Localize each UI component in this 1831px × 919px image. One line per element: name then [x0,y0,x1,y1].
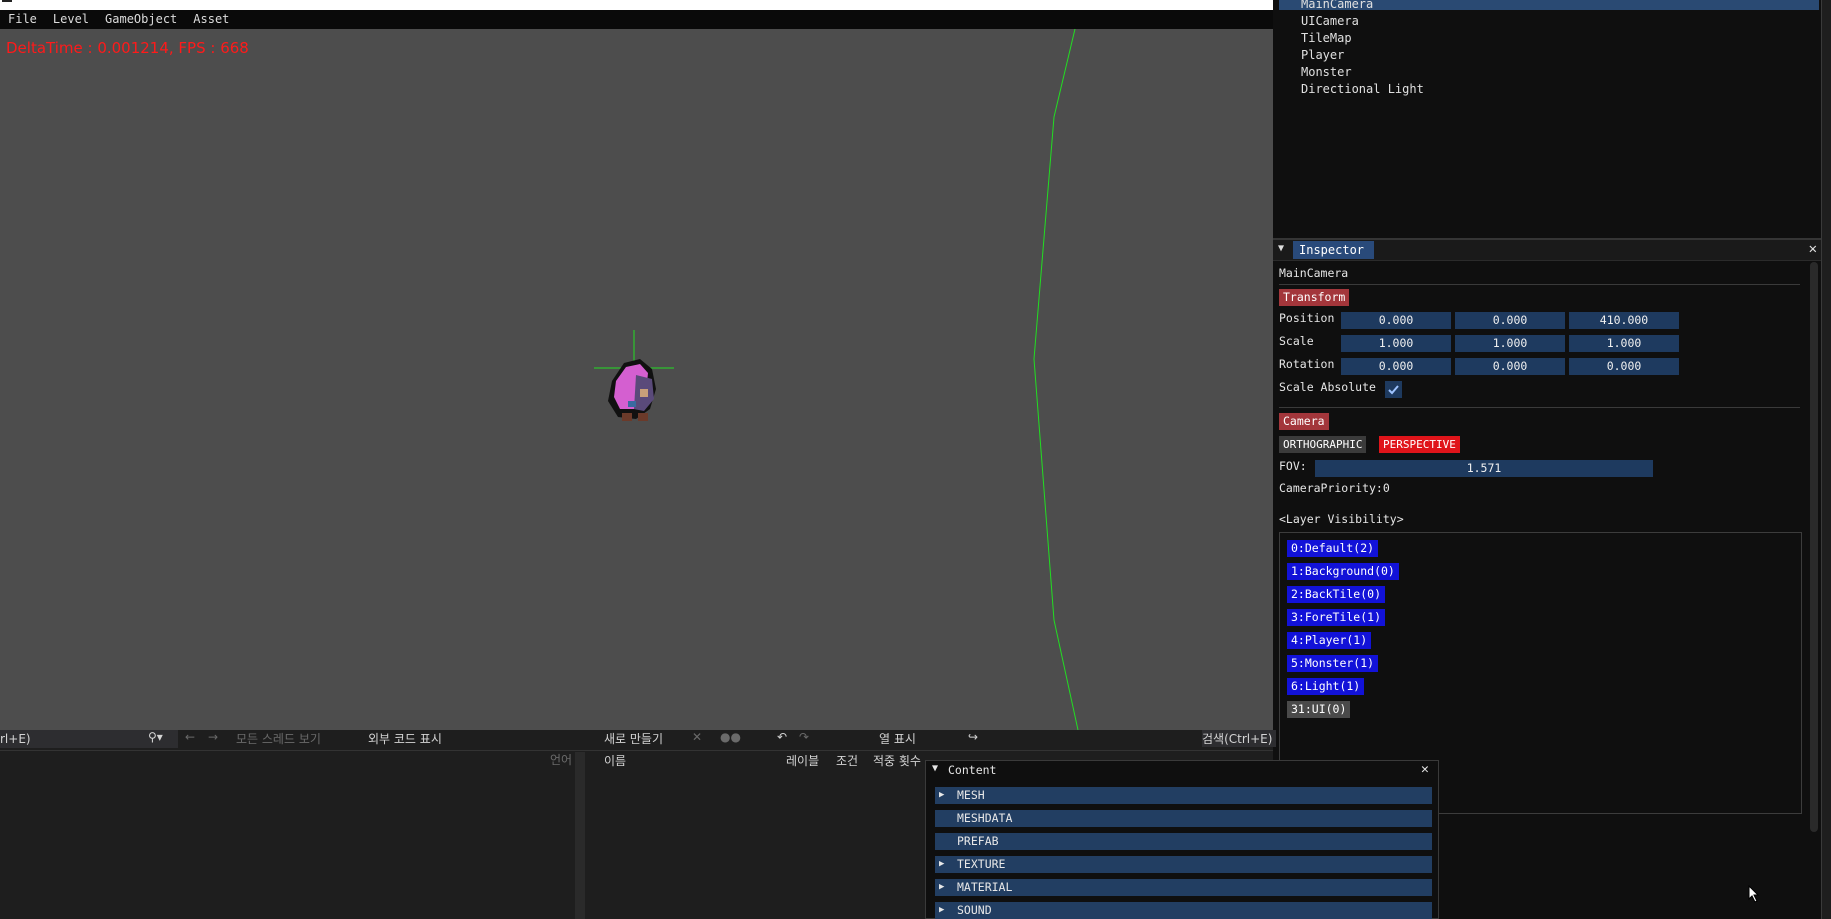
scale-y-field[interactable]: 1.000 [1455,335,1565,352]
undo-icon[interactable]: ↶ [777,730,787,744]
hierarchy-item-uicamera[interactable]: UICamera [1301,14,1359,28]
redo-icon[interactable]: ↷ [799,730,809,744]
column-name[interactable]: 이름 [604,752,626,769]
menu-level[interactable]: Level [45,10,97,29]
hierarchy-item-tilemap[interactable]: TileMap [1301,31,1352,45]
fps-readout: DeltaTime : 0.001214, FPS : 668 [6,39,249,57]
rotation-z-field[interactable]: 0.000 [1569,358,1679,375]
divider [0,750,596,751]
layer-toggle-foretile[interactable]: 3:ForeTile(1) [1287,609,1386,626]
scale-label: Scale [1279,334,1314,348]
divider [1279,284,1800,285]
fov-label: FOV: [1279,459,1307,473]
position-x-field[interactable]: 0.000 [1341,312,1451,329]
scene-viewport[interactable]: DeltaTime : 0.001214, FPS : 668 [0,29,1273,730]
layer-toggle-backtile[interactable]: 2:BackTile(0) [1287,586,1386,603]
selected-object-name: MainCamera [1279,266,1349,280]
close-icon[interactable]: ✕ [1809,241,1817,257]
call-stack-scrollbar[interactable] [575,752,585,919]
back-arrow-icon[interactable]: ← [185,730,195,744]
camera-header[interactable]: Camera [1279,413,1329,430]
search-icon[interactable]: ⚲▾ [148,730,163,744]
inspector-tabbar: ▼ Inspector ✕ [1273,240,1821,261]
layer-toggle-monster[interactable]: 5:Monster(1) [1287,655,1379,672]
hierarchy-item-directional-light[interactable]: Directional Light [1301,82,1424,96]
column-hit-count[interactable]: 적중 횟수 [873,752,921,769]
tab-inspector[interactable]: Inspector [1293,241,1375,259]
scale-absolute-checkbox[interactable] [1385,381,1402,398]
columns-dropdown[interactable]: 열 표시 [879,730,916,747]
position-y-field[interactable]: 0.000 [1455,312,1565,329]
checkmark-icon [1388,385,1399,395]
new-breakpoint-dropdown[interactable]: 새로 만들기 [604,730,663,747]
content-item-sound[interactable]: ▶ SOUND [935,902,1432,919]
transform-header[interactable]: Transform [1279,289,1350,306]
breakpoints-search-input[interactable]: 검색(Ctrl+E) [1202,730,1277,747]
content-item-meshdata[interactable]: MESHDATA [935,810,1432,827]
layer-toggle-player[interactable]: 4:Player(1) [1287,632,1372,649]
layer-toggle-light[interactable]: 6:Light(1) [1287,678,1365,695]
camera-priority-text: CameraPriority:0 [1279,481,1390,495]
content-panel-title: Content [948,763,997,777]
hierarchy-item-maincamera[interactable]: MainCamera [1301,0,1373,11]
hierarchy-item-monster[interactable]: Monster [1301,65,1352,79]
layer-toggle-ui[interactable]: 31:UI(0) [1287,701,1351,718]
perspective-button[interactable]: PERSPECTIVE [1379,436,1460,453]
content-panel: ▼ Content ✕ ▶ MESH MESHDATA PREFAB ▶ TEX… [925,760,1439,919]
position-z-field[interactable]: 410.000 [1569,312,1679,329]
scene-canvas [594,29,1079,730]
menu-asset[interactable]: Asset [185,10,237,29]
language-column-header[interactable]: 언어 [550,751,572,768]
rotation-x-field[interactable]: 0.000 [1341,358,1451,375]
inspector-scrollbar[interactable] [1810,262,1818,832]
toggle-breakpoints-icon[interactable]: ●● [720,730,741,744]
content-item-mesh[interactable]: ▶ MESH [935,787,1432,804]
show-external-code-button[interactable]: 외부 코드 표시 [368,730,442,747]
content-item-prefab[interactable]: PREFAB [935,833,1432,850]
expand-arrow-icon: ▶ [939,905,945,915]
fov-slider[interactable]: 1.571 [1315,460,1653,477]
scale-absolute-label: Scale Absolute [1279,380,1376,394]
content-item-texture[interactable]: ▶ TEXTURE [935,856,1432,873]
menubar: File Level GameObject Asset [0,10,1273,29]
collapse-arrow-icon[interactable]: ▼ [1278,243,1284,254]
hierarchy-item-player[interactable]: Player [1301,48,1344,62]
rotation-y-field[interactable]: 0.000 [1455,358,1565,375]
expand-arrow-icon: ▶ [939,790,945,800]
window-title-strip [0,0,1273,10]
menu-file[interactable]: File [0,10,45,29]
layer-toggle-default[interactable]: 0:Default(2) [1287,540,1379,557]
layer-visibility-label: <Layer Visibility> [1279,512,1404,526]
column-label[interactable]: 레이블 [786,752,819,769]
layer-toggle-background[interactable]: 1:Background(0) [1287,563,1399,580]
forward-arrow-icon[interactable]: → [208,730,218,744]
call-stack-panel: rl+E) ⚲▾ ← → 모든 스레드 보기 외부 코드 표시 언어 [0,730,596,919]
expand-arrow-icon: ▶ [939,882,945,892]
content-panel-header: ▼ Content ✕ [926,761,1438,781]
show-all-threads-button[interactable]: 모든 스레드 보기 [236,730,321,747]
divider [1279,407,1800,408]
close-icon[interactable]: ✕ [1421,762,1429,777]
delete-icon[interactable]: ✕ [692,730,702,744]
divider [596,750,1273,751]
menu-gameobject[interactable]: GameObject [97,10,185,29]
scale-z-field[interactable]: 1.000 [1569,335,1679,352]
go-to-source-icon[interactable]: ↪ [968,730,978,744]
collapse-arrow-icon[interactable]: ▼ [932,763,938,774]
camera-frustum-line [1033,29,1079,730]
content-item-material[interactable]: ▶ MATERIAL [935,879,1432,896]
scale-x-field[interactable]: 1.000 [1341,335,1451,352]
hierarchy-panel: MainCamera UICamera TileMap Player Monst… [1273,0,1821,238]
expand-arrow-icon: ▶ [939,859,945,869]
position-label: Position [1279,311,1335,325]
mouse-cursor-icon [1748,885,1760,903]
rotation-label: Rotation [1279,357,1335,371]
window-edge-scrollbar [1821,0,1831,919]
column-condition[interactable]: 조건 [836,752,858,769]
orthographic-button[interactable]: ORTHOGRAPHIC [1279,436,1367,453]
